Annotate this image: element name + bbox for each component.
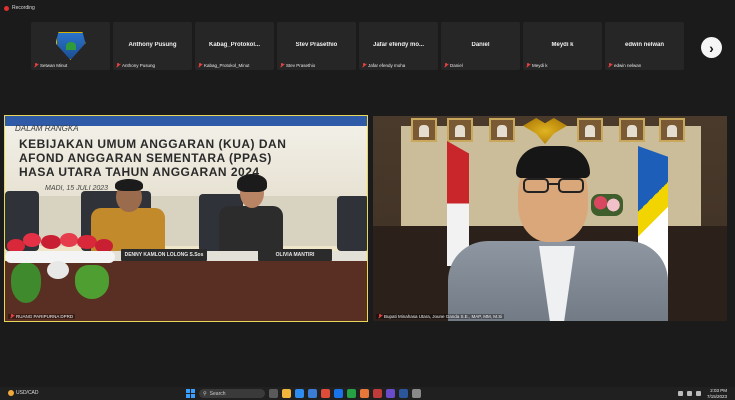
word-icon[interactable] — [399, 389, 408, 398]
pane-label: Bupati Minahasa Utara, Joune Ganda S.E.,… — [376, 314, 505, 319]
participant-tile[interactable]: Jafar efendy mo... Jafar efendy moha — [359, 22, 438, 70]
mic-muted-icon — [34, 63, 38, 68]
system-tray — [678, 391, 701, 396]
portrait-frame — [619, 118, 645, 142]
portrait-frame — [577, 118, 603, 142]
zoom-meeting-window: Recording Setwan Minut Anthony Pusung An… — [0, 0, 735, 400]
search-placeholder: Search — [209, 390, 226, 397]
participant-footer-name: Meydi k — [532, 63, 548, 68]
pane-label-text: RUANG PARIPURNA DPRD — [16, 314, 74, 319]
participant-strip: Setwan Minut Anthony Pusung Anthony Pusu… — [31, 22, 684, 70]
participant-footer-name: Jafar efendy moha — [368, 63, 406, 68]
regency-emblem-icon — [55, 32, 86, 60]
video-pane-dprd-room[interactable]: DALAM RANGKA KEBIJAKAN UMUM ANGGARAN (KU… — [4, 115, 368, 322]
store-icon[interactable] — [308, 389, 317, 398]
mic-muted-icon — [444, 63, 448, 68]
recording-dot-icon — [4, 5, 9, 11]
weather-widget[interactable]: USD/CAD — [8, 390, 39, 396]
pane-label-text: Bupati Minahasa Utara, Joune Ganda S.E.,… — [384, 314, 503, 319]
participant-tile[interactable]: Stev Prasethio Stev Prasethio — [277, 22, 356, 70]
participant-footer-name: Stev Prasethio — [286, 63, 316, 68]
event-banner: DALAM RANGKA KEBIJAKAN UMUM ANGGARAN (KU… — [5, 116, 367, 196]
participant-tile[interactable]: Setwan Minut — [31, 22, 110, 70]
flower-arrangement — [5, 221, 120, 316]
participant-footer-name: Setwan Minut — [40, 63, 68, 68]
chevron-right-icon: › — [709, 39, 714, 56]
glasses — [523, 178, 585, 194]
pane-label: RUANG PARIPURNA DPRD — [8, 314, 76, 319]
taskbar-search[interactable]: ⚲ Search — [199, 389, 265, 398]
portrait-frame — [489, 118, 515, 142]
whatsapp-icon[interactable] — [347, 389, 356, 398]
banner-line: AFOND ANGGARAN SEMENTARA (PPAS) — [19, 151, 272, 165]
widget-label: USD/CAD — [16, 390, 39, 396]
volume-icon[interactable] — [687, 391, 692, 396]
banner-line: DALAM RANGKA — [15, 124, 79, 133]
windows-taskbar: USD/CAD ⚲ Search 2:03 PM 7/15/2023 — [0, 387, 735, 400]
participant-name: edwin nelwan — [624, 42, 664, 48]
participant-tile[interactable]: edwin nelwan edwin nelwan — [605, 22, 684, 70]
participant-footer-name: Anthony Pusung — [122, 63, 156, 68]
participant-name: Daniel — [471, 42, 490, 48]
app-icon[interactable] — [412, 389, 421, 398]
flower-vase — [591, 194, 623, 216]
participant-name: Stev Prasethio — [295, 42, 338, 48]
participant-tile[interactable]: Kabag_Protokol... Kabag_Protokol_Minut — [195, 22, 274, 70]
system-clock[interactable]: 2:03 PM 7/15/2023 — [707, 388, 727, 399]
participant-name: Kabag_Protokol... — [208, 42, 260, 48]
mic-muted-icon — [10, 314, 14, 319]
mic-muted-icon — [362, 63, 366, 68]
app-icon[interactable] — [386, 389, 395, 398]
participant-name: Meydi k — [551, 42, 574, 48]
wifi-icon[interactable] — [678, 391, 683, 396]
powerpoint-icon[interactable] — [373, 389, 382, 398]
clock-date: 7/15/2023 — [706, 393, 727, 399]
participant-name: Jafar efendy mo... — [372, 42, 425, 48]
task-view-icon[interactable] — [269, 389, 278, 398]
participant-footer-name: edwin nelwan — [614, 63, 642, 68]
participant-footer-name: Daniel — [450, 63, 463, 68]
widget-icon — [8, 390, 14, 396]
zoom-icon[interactable] — [334, 389, 343, 398]
portrait-frame — [411, 118, 437, 142]
clock-time: 2:03 PM — [710, 388, 727, 393]
mic-muted-icon — [198, 63, 202, 68]
participant-tile[interactable]: Meydi k Meydi k — [523, 22, 602, 70]
recording-label: Recording — [12, 5, 35, 11]
participant-name: Anthony Pusung — [128, 42, 177, 48]
chair — [337, 196, 367, 251]
mic-muted-icon — [378, 314, 382, 319]
search-icon: ⚲ — [203, 390, 207, 397]
edge-icon[interactable] — [295, 389, 304, 398]
battery-icon[interactable] — [696, 391, 701, 396]
nameplate: DENNY KAMLON LOLONG S.Sos — [121, 249, 207, 261]
mic-muted-icon — [526, 63, 530, 68]
banner-line: HASA UTARA TAHUN ANGGARAN 2024 — [19, 165, 260, 179]
start-button[interactable] — [186, 389, 195, 398]
participant-footer-name: Kabag_Protokol_Minut — [204, 63, 250, 68]
file-explorer-icon[interactable] — [282, 389, 291, 398]
participant-tile[interactable]: Anthony Pusung Anthony Pusung — [113, 22, 192, 70]
nameplate: OLIVIA MANTIRI — [258, 249, 332, 261]
mic-muted-icon — [608, 63, 612, 68]
recording-indicator: Recording — [4, 5, 35, 11]
participant-tile[interactable]: Daniel Daniel — [441, 22, 520, 70]
portrait-frame — [447, 118, 473, 142]
banner-line: KEBIJAKAN UMUM ANGGARAN (KUA) DAN — [19, 137, 287, 151]
office-icon[interactable] — [321, 389, 330, 398]
portrait-frame — [659, 118, 685, 142]
firefox-icon[interactable] — [360, 389, 369, 398]
mic-muted-icon — [116, 63, 120, 68]
mic-muted-icon — [280, 63, 284, 68]
next-page-button[interactable]: › — [701, 37, 722, 58]
video-pane-bupati[interactable]: Bupati Minahasa Utara, Joune Ganda S.E.,… — [373, 116, 727, 321]
